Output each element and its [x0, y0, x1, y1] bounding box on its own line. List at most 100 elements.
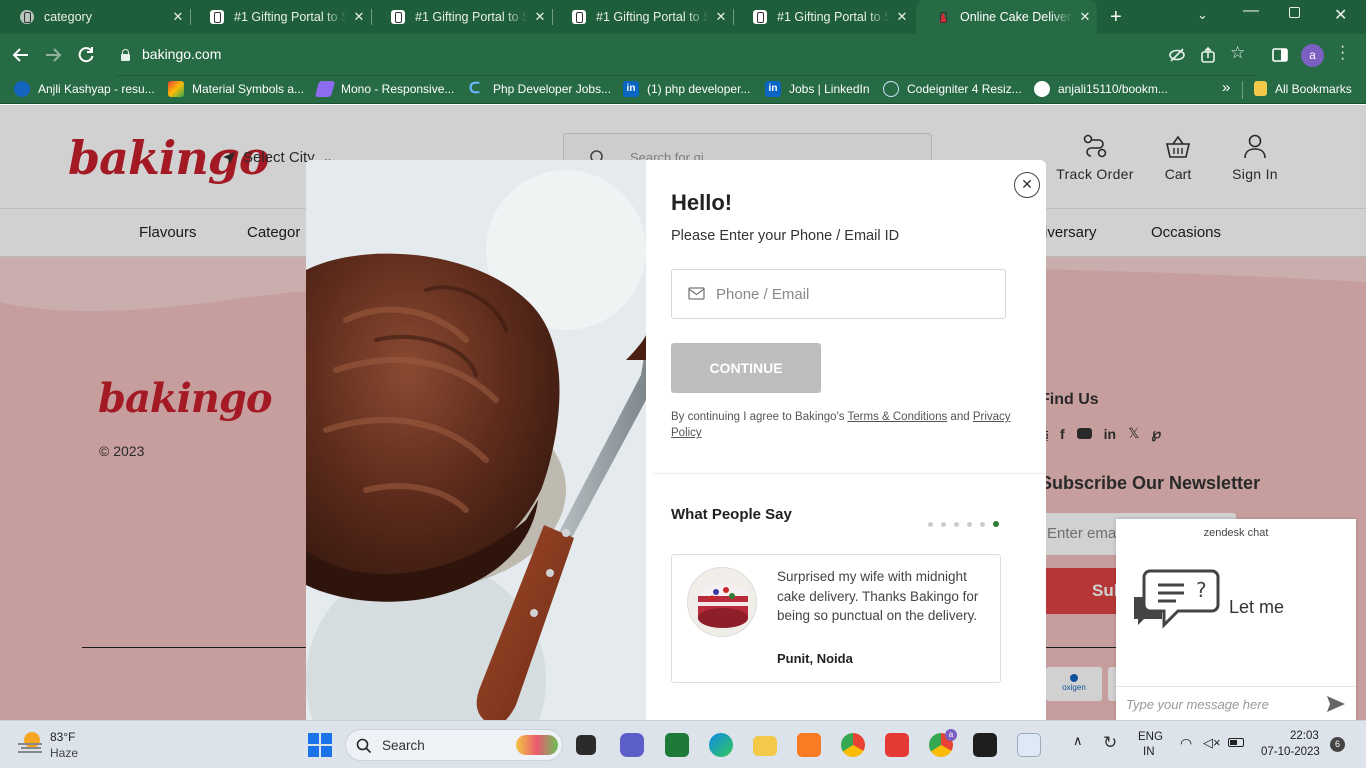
carousel-dot[interactable] — [967, 521, 972, 527]
tab-gifting-4[interactable]: #1 Gifting Portal to Se ✕ — [733, 0, 914, 34]
anydesk-icon[interactable] — [885, 733, 909, 757]
copyright-text: © 2023 — [99, 443, 145, 459]
new-tab-icon[interactable]: + — [1110, 6, 1122, 29]
carousel-dot-active[interactable] — [993, 521, 999, 527]
close-tab-icon[interactable]: ✕ — [347, 9, 371, 25]
tab-gifting-1[interactable]: #1 Gifting Portal to Se ✕ — [190, 0, 371, 34]
bookmark-item[interactable]: Material Symbols a... — [168, 81, 304, 97]
close-tab-icon[interactable]: ✕ — [890, 9, 914, 25]
tab-title: #1 Gifting Portal to Se — [415, 10, 528, 24]
clock-time[interactable]: 22:03 — [1290, 730, 1319, 742]
eye-off-icon[interactable] — [1168, 46, 1186, 64]
nav-occasions[interactable]: Occasions — [1151, 224, 1221, 241]
search-icon — [356, 738, 372, 754]
linkedin-icon[interactable]: in — [1104, 426, 1116, 442]
footer-logo[interactable]: bakingo — [98, 375, 273, 422]
bookmark-star-icon[interactable]: ☆ — [1230, 43, 1245, 63]
battery-icon[interactable] — [1228, 738, 1244, 747]
bookmark-item[interactable]: ᑕ Php Developer Jobs... — [469, 81, 611, 97]
bookmark-item[interactable]: in (1) php developer... — [623, 81, 750, 97]
haze-weather-icon[interactable] — [18, 732, 44, 754]
linkedin-icon: in — [765, 81, 781, 97]
wifi-icon[interactable]: ◠ — [1180, 735, 1192, 752]
close-tab-icon[interactable]: ✕ — [528, 9, 552, 25]
carousel-dot[interactable] — [980, 521, 985, 527]
show-hidden-icons-chevron[interactable]: ∧ — [1073, 733, 1083, 749]
facebook-icon[interactable]: f — [1060, 426, 1065, 442]
bookmark-item[interactable]: Mono - Responsive... — [314, 81, 454, 97]
side-panel-icon[interactable] — [1271, 46, 1289, 64]
language-region-text[interactable]: IN — [1143, 746, 1155, 758]
x-twitter-icon[interactable]: 𝕏 — [1128, 425, 1139, 442]
share-icon[interactable] — [1199, 46, 1217, 64]
bookmark-item[interactable]: anjali15110/bookm... — [1034, 81, 1168, 97]
forward-arrow-icon[interactable] — [44, 46, 62, 64]
chat-input[interactable]: Type your message here — [1116, 686, 1356, 720]
teams-icon[interactable] — [620, 733, 644, 757]
url-text[interactable]: bakingo.com — [142, 46, 221, 62]
nav-anniversary[interactable]: iversary — [1044, 224, 1097, 241]
carousel-dot[interactable] — [954, 521, 959, 527]
phone-email-input[interactable]: Phone / Email — [671, 269, 1006, 319]
tab-category[interactable]: category ✕ — [0, 0, 190, 34]
bookmark-label: Codeigniter 4 Resiz... — [907, 82, 1022, 96]
tab-title: Online Cake Delivery — [960, 10, 1073, 24]
profile-avatar[interactable]: a — [1301, 44, 1324, 67]
close-icon: ✕ — [1021, 176, 1033, 192]
bookmarks-overflow-icon[interactable]: » — [1222, 79, 1230, 96]
tab-gifting-2[interactable]: #1 Gifting Portal to Se ✕ — [371, 0, 552, 34]
continue-button[interactable]: CONTINUE — [671, 343, 821, 393]
reload-icon[interactable] — [77, 46, 95, 64]
partner-logo: oxigen — [1046, 667, 1102, 701]
restore-icon[interactable] — [1289, 7, 1300, 18]
terminal-icon[interactable] — [973, 733, 997, 757]
track-order-button[interactable]: Track Order — [1052, 133, 1138, 182]
carousel-dot[interactable] — [928, 521, 933, 527]
notification-badge[interactable]: 6 — [1330, 737, 1345, 752]
youtube-icon[interactable] — [1076, 428, 1092, 439]
menu-kebab-icon[interactable]: · · · — [1340, 39, 1345, 67]
login-modal: ✕ Hello! Please Enter your Phone / Email… — [306, 160, 1046, 720]
close-tab-icon[interactable]: ✕ — [709, 9, 733, 25]
xampp-icon[interactable] — [797, 733, 821, 757]
edge-icon[interactable] — [709, 733, 733, 757]
chrome-profile-badge: a — [945, 729, 957, 741]
bookmark-item[interactable]: Codeigniter 4 Resiz... — [883, 81, 1022, 97]
back-arrow-icon[interactable] — [12, 46, 30, 64]
notepad-icon[interactable] — [665, 733, 689, 757]
task-view-icon[interactable] — [576, 735, 596, 755]
pinterest-icon[interactable]: ℘ — [1151, 425, 1161, 442]
terms-link[interactable]: Terms & Conditions — [848, 411, 948, 423]
snipping-tool-icon[interactable] — [1017, 733, 1041, 757]
send-icon[interactable] — [1326, 695, 1346, 713]
bookmark-label: (1) php developer... — [647, 82, 751, 96]
nav-categories[interactable]: Categor — [247, 224, 300, 241]
weather-text[interactable]: Haze — [50, 746, 78, 760]
carousel-dot[interactable] — [941, 521, 946, 527]
chrome-icon[interactable] — [841, 733, 865, 757]
close-window-icon[interactable]: ✕ — [1334, 5, 1347, 25]
site-info-icon[interactable] — [120, 49, 130, 62]
cart-button[interactable]: Cart — [1158, 135, 1198, 182]
tab-online-cake-delivery[interactable]: Online Cake Delivery ✕ — [916, 0, 1097, 34]
all-bookmarks-folder[interactable]: All Bookmarks — [1254, 81, 1352, 96]
sync-icon[interactable]: ↻ — [1103, 733, 1117, 753]
windows-start-icon[interactable] — [308, 733, 332, 757]
sign-in-button[interactable]: Sign In — [1228, 133, 1282, 182]
clock-date[interactable]: 07-10-2023 — [1261, 746, 1320, 758]
tab-gifting-3[interactable]: #1 Gifting Portal to Se ✕ — [552, 0, 733, 34]
language-text[interactable]: ENG — [1138, 731, 1163, 743]
minimize-icon[interactable]: — — [1243, 2, 1259, 20]
close-tab-icon[interactable]: ✕ — [1073, 9, 1097, 25]
file-explorer-icon[interactable] — [753, 736, 777, 756]
tab-search-chevron-icon[interactable]: ⌄ — [1197, 7, 1208, 23]
taskbar-search-box[interactable]: Search — [345, 729, 563, 761]
nav-flavours[interactable]: Flavours — [139, 224, 197, 241]
close-tab-icon[interactable]: ✕ — [166, 9, 190, 25]
bookmark-item[interactable]: Anjli Kashyap - resu... — [14, 81, 155, 97]
volume-muted-icon[interactable]: ◁× — [1203, 735, 1221, 751]
close-modal-button[interactable]: ✕ — [1014, 172, 1040, 198]
bookmark-item[interactable]: in Jobs | LinkedIn — [765, 81, 870, 97]
bookmark-favicon-icon — [168, 81, 184, 97]
temperature-text[interactable]: 83°F — [50, 730, 75, 744]
